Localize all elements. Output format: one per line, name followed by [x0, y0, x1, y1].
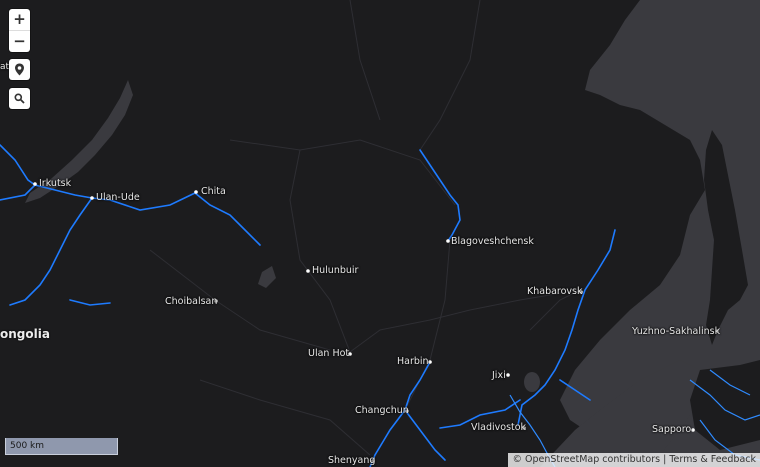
scale-bar: 500 km	[5, 438, 118, 455]
terms-feedback-link[interactable]: Terms & Feedback	[669, 454, 756, 465]
locate-control	[9, 59, 30, 80]
place-label-shenyang[interactable]: Shenyang	[328, 455, 375, 466]
place-label-choibalsan[interactable]: Choibalsan	[165, 296, 217, 307]
zoom-control: + −	[9, 9, 30, 52]
locate-button[interactable]	[9, 59, 30, 80]
attribution-separator: |	[663, 454, 667, 465]
partial-place-label: at	[0, 62, 10, 72]
place-label-yuzhno-sakhalinsk[interactable]: Yuzhno-Sakhalinsk	[632, 326, 720, 337]
place-label-khabarovsk[interactable]: Khabarovsk	[527, 286, 583, 297]
map-pin-icon	[15, 63, 24, 76]
search-icon	[14, 93, 25, 104]
place-label-blagoveshchensk[interactable]: Blagoveshchensk	[451, 236, 534, 247]
place-label-ulan-ude[interactable]: Ulan-Ude	[96, 192, 140, 203]
place-label-chita[interactable]: Chita	[201, 186, 226, 197]
place-label-ulan-hot[interactable]: Ulan Hot	[308, 348, 349, 359]
search-button[interactable]	[9, 88, 30, 109]
place-label-vladivostok[interactable]: Vladivostok	[471, 422, 526, 433]
attribution: © OpenStreetMap contributors | Terms & F…	[508, 453, 760, 467]
place-label-harbin[interactable]: Harbin	[397, 356, 429, 367]
khanka-lake	[524, 372, 540, 392]
place-label-jixi[interactable]: Jixi	[492, 370, 506, 381]
zoom-out-button[interactable]: −	[9, 30, 30, 52]
search-control	[9, 88, 30, 109]
map-canvas[interactable]	[0, 0, 760, 467]
place-label-hulunbuir[interactable]: Hulunbuir	[312, 265, 358, 276]
zoom-in-button[interactable]: +	[9, 9, 30, 30]
place-label-irkutsk[interactable]: Irkutsk	[39, 178, 71, 189]
country-label-mongolia: ongolia	[0, 327, 50, 341]
place-label-changchun[interactable]: Changchun	[355, 405, 409, 416]
place-label-sapporo[interactable]: Sapporo	[652, 424, 691, 435]
osm-copyright-link[interactable]: © OpenStreetMap contributors	[512, 454, 660, 465]
